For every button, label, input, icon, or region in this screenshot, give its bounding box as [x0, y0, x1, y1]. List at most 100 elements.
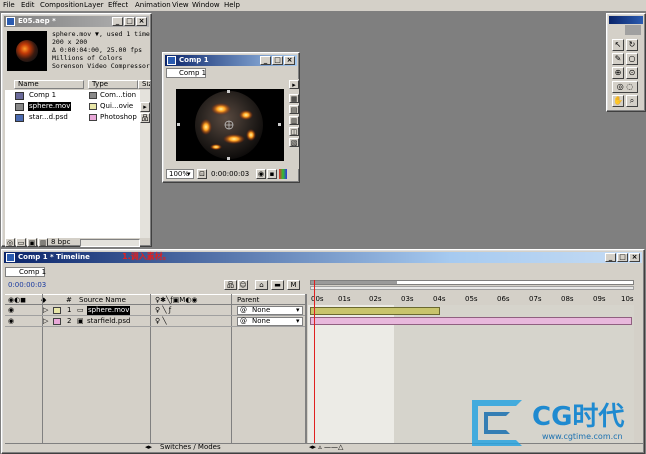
tab-comp-1[interactable]: Comp 1 [166, 68, 206, 78]
hand-tool-icon[interactable]: ✋ [612, 95, 624, 107]
layer-name[interactable]: sphere.mov [87, 306, 131, 315]
layer-switches-icons[interactable]: ♀ ╲ ƒ [155, 306, 171, 315]
menu-window[interactable]: Window [192, 1, 220, 10]
selection-tool-icon[interactable]: ↖ [612, 39, 624, 51]
minimize-button[interactable]: _ [112, 17, 123, 26]
minimize-button[interactable]: _ [260, 56, 271, 65]
region-icon[interactable]: ⊡ [197, 169, 207, 179]
close-button[interactable]: × [284, 56, 295, 65]
layer-row[interactable]: ◉ ▷ 1 ▭ sphere.mov ♀ ╲ ƒ @ None ▾ [5, 306, 305, 316]
mask-icon[interactable]: ▤ [289, 105, 299, 114]
zoom-slider-icon[interactable]: ◂▸ ▵ ——△ [309, 443, 343, 452]
comp-flowchart-icon[interactable]: 品 [224, 280, 237, 290]
trash-icon[interactable]: ▥ [38, 238, 48, 247]
rotation-tool-icon[interactable]: ↻ [626, 39, 638, 51]
ellipse-tool-icon[interactable]: ○ [626, 53, 638, 65]
size-column-header[interactable]: Siz [138, 80, 151, 89]
project-title-bar[interactable]: E05.aep * _ □ × [4, 16, 149, 27]
panel-divider[interactable] [305, 294, 307, 443]
menu-edit[interactable]: Edit [21, 1, 35, 10]
expand-triangle-icon[interactable]: ▷ [43, 306, 48, 315]
graph-icon[interactable]: M [287, 280, 300, 290]
tab-comp-1[interactable]: Comp 1 [5, 267, 46, 277]
video-switch-icon[interactable]: ◉ [8, 317, 14, 326]
motion-blur-icon[interactable]: ▬ [271, 280, 284, 290]
new-comp-icon[interactable]: ▣ [27, 238, 37, 247]
close-button[interactable]: × [136, 17, 147, 26]
menu-help[interactable]: Help [224, 1, 240, 10]
menu-composition[interactable]: Composition [40, 1, 84, 10]
name-column-header[interactable]: Name [14, 80, 84, 89]
menu-view[interactable]: View [172, 1, 189, 10]
close-button[interactable]: × [629, 253, 640, 262]
parent-dropdown[interactable]: @ None ▾ [237, 317, 303, 326]
maximize-button[interactable]: □ [272, 56, 283, 65]
frame-blend-icon[interactable]: ⌂ [255, 280, 268, 290]
work-area-bar[interactable] [310, 286, 634, 290]
label-color-swatch[interactable] [53, 318, 61, 325]
rulers-icon[interactable]: ▧ [289, 138, 299, 147]
scroll-arrow-icon[interactable]: ▸ [140, 102, 150, 112]
pickwhip-icon[interactable]: @ [240, 306, 247, 315]
list-item[interactable]: sphere.mov Qui...ovie [5, 102, 140, 112]
minimize-button[interactable]: _ [605, 253, 616, 262]
folder-icon[interactable]: ▭ [16, 238, 26, 247]
grid-icon[interactable]: ▦ [289, 94, 299, 103]
vertical-scrollbar[interactable]: ▸ 品 [140, 90, 150, 238]
safe-zone-icon[interactable]: ◫ [289, 127, 299, 136]
video-switch-icon[interactable]: ◉ [8, 306, 14, 315]
play-arrow-icon[interactable]: ▸ [289, 80, 299, 89]
label-color-swatch[interactable] [89, 114, 97, 121]
switches-modes-toggle[interactable]: Switches / Modes [160, 443, 221, 452]
layer-duration-bar[interactable] [310, 317, 632, 325]
time-ruler[interactable]: 00s 01s 02s 03s 04s 05s 06s 07s 08s 09s … [308, 294, 636, 305]
viewer-timecode[interactable]: 0:00:00:03 [211, 170, 249, 179]
label-color-swatch[interactable] [89, 103, 97, 110]
layer-row[interactable]: ◉ ▷ 2 ▣ starfield.psd ♀ ╲ @ None ▾ [5, 317, 305, 327]
navigator-range[interactable] [311, 281, 397, 284]
current-time-display[interactable]: 0:00:00:03 [8, 281, 46, 290]
zoom-tool-icon[interactable]: ⌕ [626, 95, 638, 107]
maximize-button[interactable]: □ [124, 17, 135, 26]
horizontal-scrollbar[interactable] [80, 239, 140, 247]
show-snapshot-icon[interactable]: ▪ [267, 169, 277, 179]
source-name-header[interactable]: Source Name [79, 296, 126, 305]
track-area-active[interactable] [308, 305, 394, 443]
pen-tool-icon[interactable]: ✎ [612, 53, 624, 65]
find-icon[interactable]: ◎ [5, 238, 15, 247]
tools-title-bar[interactable] [609, 16, 643, 24]
camera-tools-icon[interactable]: ◎ ◌ [612, 81, 638, 93]
parent-dropdown[interactable]: @ None ▾ [237, 306, 303, 315]
zoom-dropdown[interactable]: 100% ▾ [166, 169, 194, 179]
menu-file[interactable]: File [3, 1, 15, 10]
label-color-swatch[interactable] [53, 307, 61, 314]
palette-minimize-icon[interactable] [625, 25, 641, 35]
list-item[interactable]: star...d.psd Photoshop [5, 113, 140, 123]
bpc-indicator[interactable]: 8 bpc [51, 238, 70, 247]
menu-effect[interactable]: Effect [108, 1, 128, 10]
pan-behind-tool-icon[interactable]: ⊕ [612, 67, 624, 79]
timeline-title-bar[interactable]: Comp 1 * Timeline _ □ × [4, 252, 642, 263]
parent-header[interactable]: Parent [237, 296, 259, 305]
maximize-button[interactable]: □ [617, 253, 628, 262]
current-time-indicator[interactable] [314, 280, 315, 443]
composition-canvas[interactable] [176, 89, 284, 161]
pickwhip-icon[interactable]: @ [240, 317, 247, 326]
flowchart-icon[interactable]: 品 [140, 113, 150, 123]
comp-title-bar[interactable]: Comp 1 _ □ × [165, 55, 297, 66]
guides-icon[interactable]: ▥ [289, 116, 299, 125]
channel-icon[interactable] [279, 169, 287, 179]
time-navigator[interactable] [310, 280, 634, 285]
layer-switches-icons[interactable]: ♀ ╲ [155, 317, 167, 326]
label-color-swatch[interactable] [89, 92, 97, 99]
toggle-icon[interactable]: ◂▸ [145, 443, 152, 452]
list-item[interactable]: Comp 1 Com...tion [5, 91, 140, 101]
orbit-camera-tool-icon[interactable]: ⊙ [626, 67, 638, 79]
layer-duration-bar[interactable] [310, 307, 440, 315]
layer-name[interactable]: starfield.psd [87, 317, 130, 326]
shy-icon[interactable]: ☺ [238, 280, 248, 290]
snapshot-icon[interactable]: ◉ [256, 169, 266, 179]
expand-triangle-icon[interactable]: ▷ [43, 317, 48, 326]
menu-layer[interactable]: Layer [84, 1, 104, 10]
menu-animation[interactable]: Animation [135, 1, 171, 10]
